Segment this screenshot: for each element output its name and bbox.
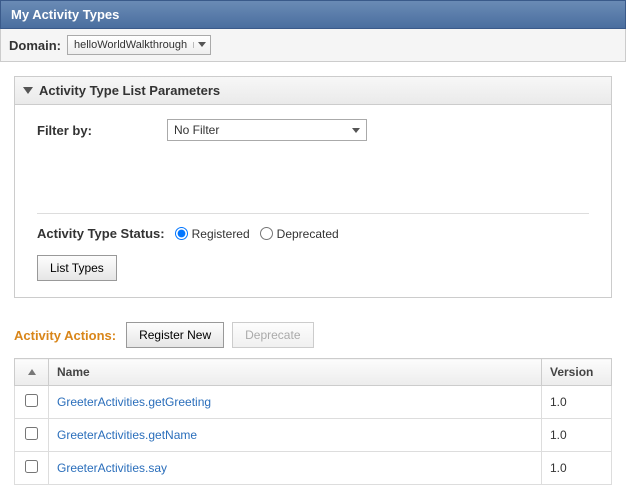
version-column-header[interactable]: Version [542, 359, 612, 386]
table-row: GreeterActivities.getGreeting 1.0 [15, 386, 612, 419]
row-checkbox[interactable] [25, 460, 38, 473]
domain-select[interactable]: helloWorldWalkthrough [67, 35, 211, 55]
activity-version: 1.0 [542, 419, 612, 452]
status-registered-label: Registered [192, 227, 250, 241]
table-row: GreeterActivities.getName 1.0 [15, 419, 612, 452]
sort-column-header[interactable] [15, 359, 49, 386]
chevron-down-icon [193, 42, 206, 48]
actions-label: Activity Actions: [14, 328, 116, 343]
register-new-button[interactable]: Register New [126, 322, 224, 348]
activity-table: Name Version GreeterActivities.getGreeti… [14, 358, 612, 485]
domain-value: helloWorldWalkthrough [74, 39, 187, 51]
name-column-header[interactable]: Name [49, 359, 542, 386]
status-deprecated-option[interactable]: Deprecated [260, 227, 339, 241]
domain-label: Domain: [9, 38, 61, 53]
table-row: GreeterActivities.say 1.0 [15, 452, 612, 485]
activity-name-link[interactable]: GreeterActivities.say [57, 461, 167, 475]
panel-title: My Activity Types [0, 0, 626, 29]
parameters-title: Activity Type List Parameters [39, 83, 220, 98]
activity-version: 1.0 [542, 386, 612, 419]
filter-value: No Filter [174, 123, 219, 137]
chevron-down-icon [352, 123, 360, 137]
status-deprecated-radio[interactable] [260, 227, 273, 240]
sort-asc-icon [28, 369, 36, 375]
triangle-down-icon [23, 87, 33, 94]
activity-name-link[interactable]: GreeterActivities.getName [57, 428, 197, 442]
filter-select[interactable]: No Filter [167, 119, 367, 141]
status-label: Activity Type Status: [37, 226, 165, 241]
status-registered-radio[interactable] [175, 227, 188, 240]
row-checkbox[interactable] [25, 394, 38, 407]
parameters-toggle[interactable]: Activity Type List Parameters [15, 77, 611, 105]
list-types-button[interactable]: List Types [37, 255, 117, 281]
row-checkbox[interactable] [25, 427, 38, 440]
deprecate-button: Deprecate [232, 322, 313, 348]
status-registered-option[interactable]: Registered [175, 227, 250, 241]
status-deprecated-label: Deprecated [277, 227, 339, 241]
parameters-panel: Activity Type List Parameters Filter by:… [14, 76, 612, 298]
activity-name-link[interactable]: GreeterActivities.getGreeting [57, 395, 211, 409]
activity-version: 1.0 [542, 452, 612, 485]
filter-label: Filter by: [37, 123, 167, 138]
domain-bar: Domain: helloWorldWalkthrough [0, 29, 626, 62]
